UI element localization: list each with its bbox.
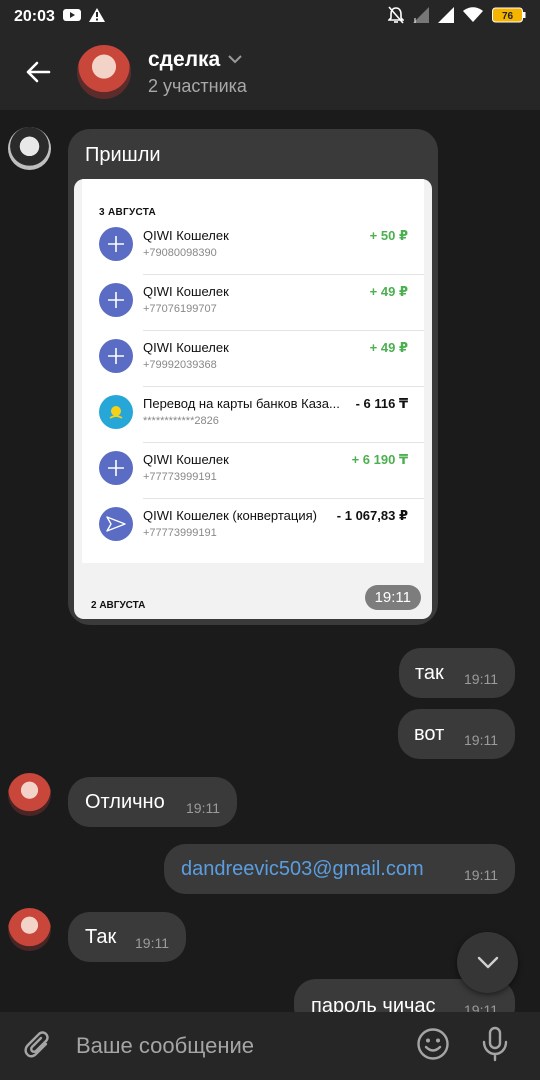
- plus-icon: [99, 227, 133, 261]
- microphone-icon: [482, 1026, 508, 1061]
- transaction-row: Перевод на карты банков Каза... ********…: [99, 387, 424, 443]
- incoming-message[interactable]: Отлично 19:11: [68, 777, 237, 827]
- transaction-amount: - 1 067,83 ₽: [336, 508, 408, 523]
- chat-title: сделка: [148, 47, 221, 71]
- transaction-detail: ************2826: [143, 415, 219, 427]
- transaction-row: QIWI Кошелек +77076199707 + 49 ₽: [99, 275, 424, 331]
- transaction-name: QIWI Кошелек: [143, 452, 229, 467]
- sender-avatar[interactable]: [8, 773, 51, 816]
- chevron-down-icon: [228, 55, 242, 64]
- sender-avatar[interactable]: [8, 127, 51, 170]
- transaction-name: QIWI Кошелек: [143, 340, 229, 355]
- transaction-row: QIWI Кошелек +79080098390 + 50 ₽: [99, 219, 424, 275]
- date-header: 3 АВГУСТА: [99, 207, 157, 218]
- transaction-amount: + 6 190 ₸: [351, 452, 408, 467]
- incoming-message[interactable]: Так 19:11: [68, 912, 186, 962]
- transaction-detail: +79992039368: [143, 359, 217, 371]
- convert-icon: [99, 507, 133, 541]
- mute-notifications-icon: [387, 5, 405, 29]
- battery-level: 76: [502, 11, 514, 22]
- message-text: пароль чичас: [311, 995, 436, 1012]
- status-bar: 20:03 76: [0, 0, 540, 34]
- transaction-list: 3 АВГУСТА QIWI Кошелек +79080098390 + 50…: [82, 179, 424, 563]
- emoji-button[interactable]: [416, 1027, 452, 1066]
- transaction-name: QIWI Кошелек: [143, 284, 229, 299]
- photo-message[interactable]: Пришли 3 АВГУСТА QIWI Кошелек +790800983…: [68, 129, 438, 625]
- plus-icon: [99, 339, 133, 373]
- transaction-detail: +77773999191: [143, 527, 217, 539]
- transaction-name: QIWI Кошелек (конвертация): [143, 508, 317, 523]
- signal-icon: [438, 6, 454, 28]
- chat-header: сделка 2 участника: [0, 34, 540, 110]
- message-list[interactable]: Пришли 3 АВГУСТА QIWI Кошелек +790800983…: [0, 110, 540, 1012]
- voice-record-button[interactable]: [480, 1026, 516, 1067]
- chevron-down-icon: [477, 956, 498, 969]
- message-time: 19:11: [464, 671, 498, 688]
- youtube-icon: [62, 8, 81, 27]
- status-time: 20:03: [14, 8, 55, 25]
- transaction-row: QIWI Кошелек (конвертация) +77773999191 …: [99, 499, 424, 555]
- email-link[interactable]: dandreevic503@gmail.com: [181, 857, 424, 881]
- message-time: 19:11: [464, 1002, 498, 1012]
- transaction-name: QIWI Кошелек: [143, 228, 229, 243]
- transaction-detail: +79080098390: [143, 247, 217, 259]
- message-text: Так: [85, 926, 117, 948]
- transaction-detail: +77076199707: [143, 303, 217, 315]
- transaction-name: Перевод на карты банков Каза...: [143, 396, 340, 411]
- message-composer: Ваше сообщение: [0, 1012, 540, 1080]
- message-time: 19:11: [186, 800, 220, 817]
- plus-icon: [99, 451, 133, 485]
- warning-icon: [88, 7, 105, 27]
- transaction-amount: + 49 ₽: [369, 340, 408, 355]
- message-text: вот: [414, 723, 445, 745]
- message-time: 19:11: [464, 732, 498, 749]
- chat-avatar[interactable]: [77, 45, 131, 99]
- chat-subtitle: 2 участника: [148, 75, 247, 96]
- battery-icon: 76: [492, 7, 526, 28]
- signal-off-icon: [413, 6, 429, 28]
- back-button[interactable]: [0, 34, 76, 110]
- message-time: 19:11: [135, 935, 169, 952]
- chat-title-block[interactable]: сделка 2 участника: [148, 48, 247, 97]
- screenshot-image[interactable]: 3 АВГУСТА QIWI Кошелек +79080098390 + 50…: [74, 179, 432, 619]
- outgoing-message[interactable]: dandreevic503@gmail.com 19:11: [164, 844, 515, 894]
- kazakhstan-flag-icon: [99, 395, 133, 429]
- date-header: 2 АВГУСТА: [91, 600, 146, 611]
- transaction-amount: + 49 ₽: [369, 284, 408, 299]
- arrow-left-icon: [26, 61, 51, 83]
- transaction-row: QIWI Кошелек +79992039368 + 49 ₽: [99, 331, 424, 387]
- scroll-down-button[interactable]: [457, 932, 518, 993]
- wifi-icon: [463, 6, 483, 28]
- transaction-row: QIWI Кошелек +77773999191 + 6 190 ₸: [99, 443, 424, 499]
- transaction-amount: + 50 ₽: [369, 228, 408, 243]
- message-text: Пришли: [85, 144, 161, 166]
- sender-avatar[interactable]: [8, 908, 51, 951]
- paperclip-icon: [24, 1031, 49, 1058]
- transaction-amount: - 6 116 ₸: [355, 396, 408, 411]
- message-text: Отлично: [85, 791, 165, 813]
- outgoing-message[interactable]: вот 19:11: [398, 709, 515, 759]
- outgoing-message[interactable]: так 19:11: [399, 648, 515, 698]
- transaction-detail: +77773999191: [143, 471, 217, 483]
- message-text: так: [415, 662, 444, 684]
- smiley-icon: [417, 1027, 449, 1060]
- attach-button[interactable]: [0, 1030, 76, 1062]
- message-input[interactable]: Ваше сообщение: [76, 1033, 416, 1059]
- message-time: 19:11: [364, 585, 421, 610]
- message-time: 19:11: [464, 867, 498, 884]
- plus-icon: [99, 283, 133, 317]
